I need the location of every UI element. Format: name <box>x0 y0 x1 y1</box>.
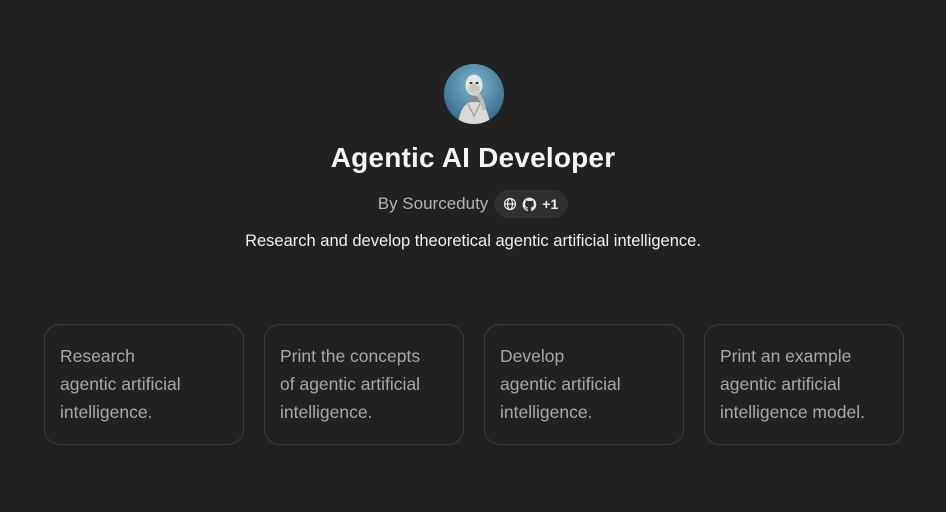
conversation-starters: Research agentic artificial intelligence… <box>44 324 904 445</box>
author-links-button[interactable]: +1 <box>494 190 569 218</box>
starter-print-example[interactable]: Print an example agentic artificial inte… <box>704 324 904 445</box>
gpt-landing: Agentic AI Developer By Sourceduty +1 Re… <box>0 0 946 512</box>
author-byline: By Sourceduty <box>377 194 489 213</box>
starter-research[interactable]: Research agentic artificial intelligence… <box>44 324 244 445</box>
more-links-count: +1 <box>542 196 559 212</box>
starter-develop[interactable]: Develop agentic artificial intelligence. <box>484 324 684 445</box>
gpt-title: Agentic AI Developer <box>330 142 616 173</box>
github-icon <box>522 197 537 212</box>
gpt-avatar <box>444 64 504 124</box>
starter-print-concepts[interactable]: Print the concepts of agentic artificial… <box>264 324 464 445</box>
globe-icon <box>503 197 517 211</box>
gpt-description: Research and develop theoretical agentic… <box>245 232 701 250</box>
robot-thinking-avatar-icon <box>444 64 504 124</box>
author-row: By Sourceduty +1 <box>0 190 946 218</box>
